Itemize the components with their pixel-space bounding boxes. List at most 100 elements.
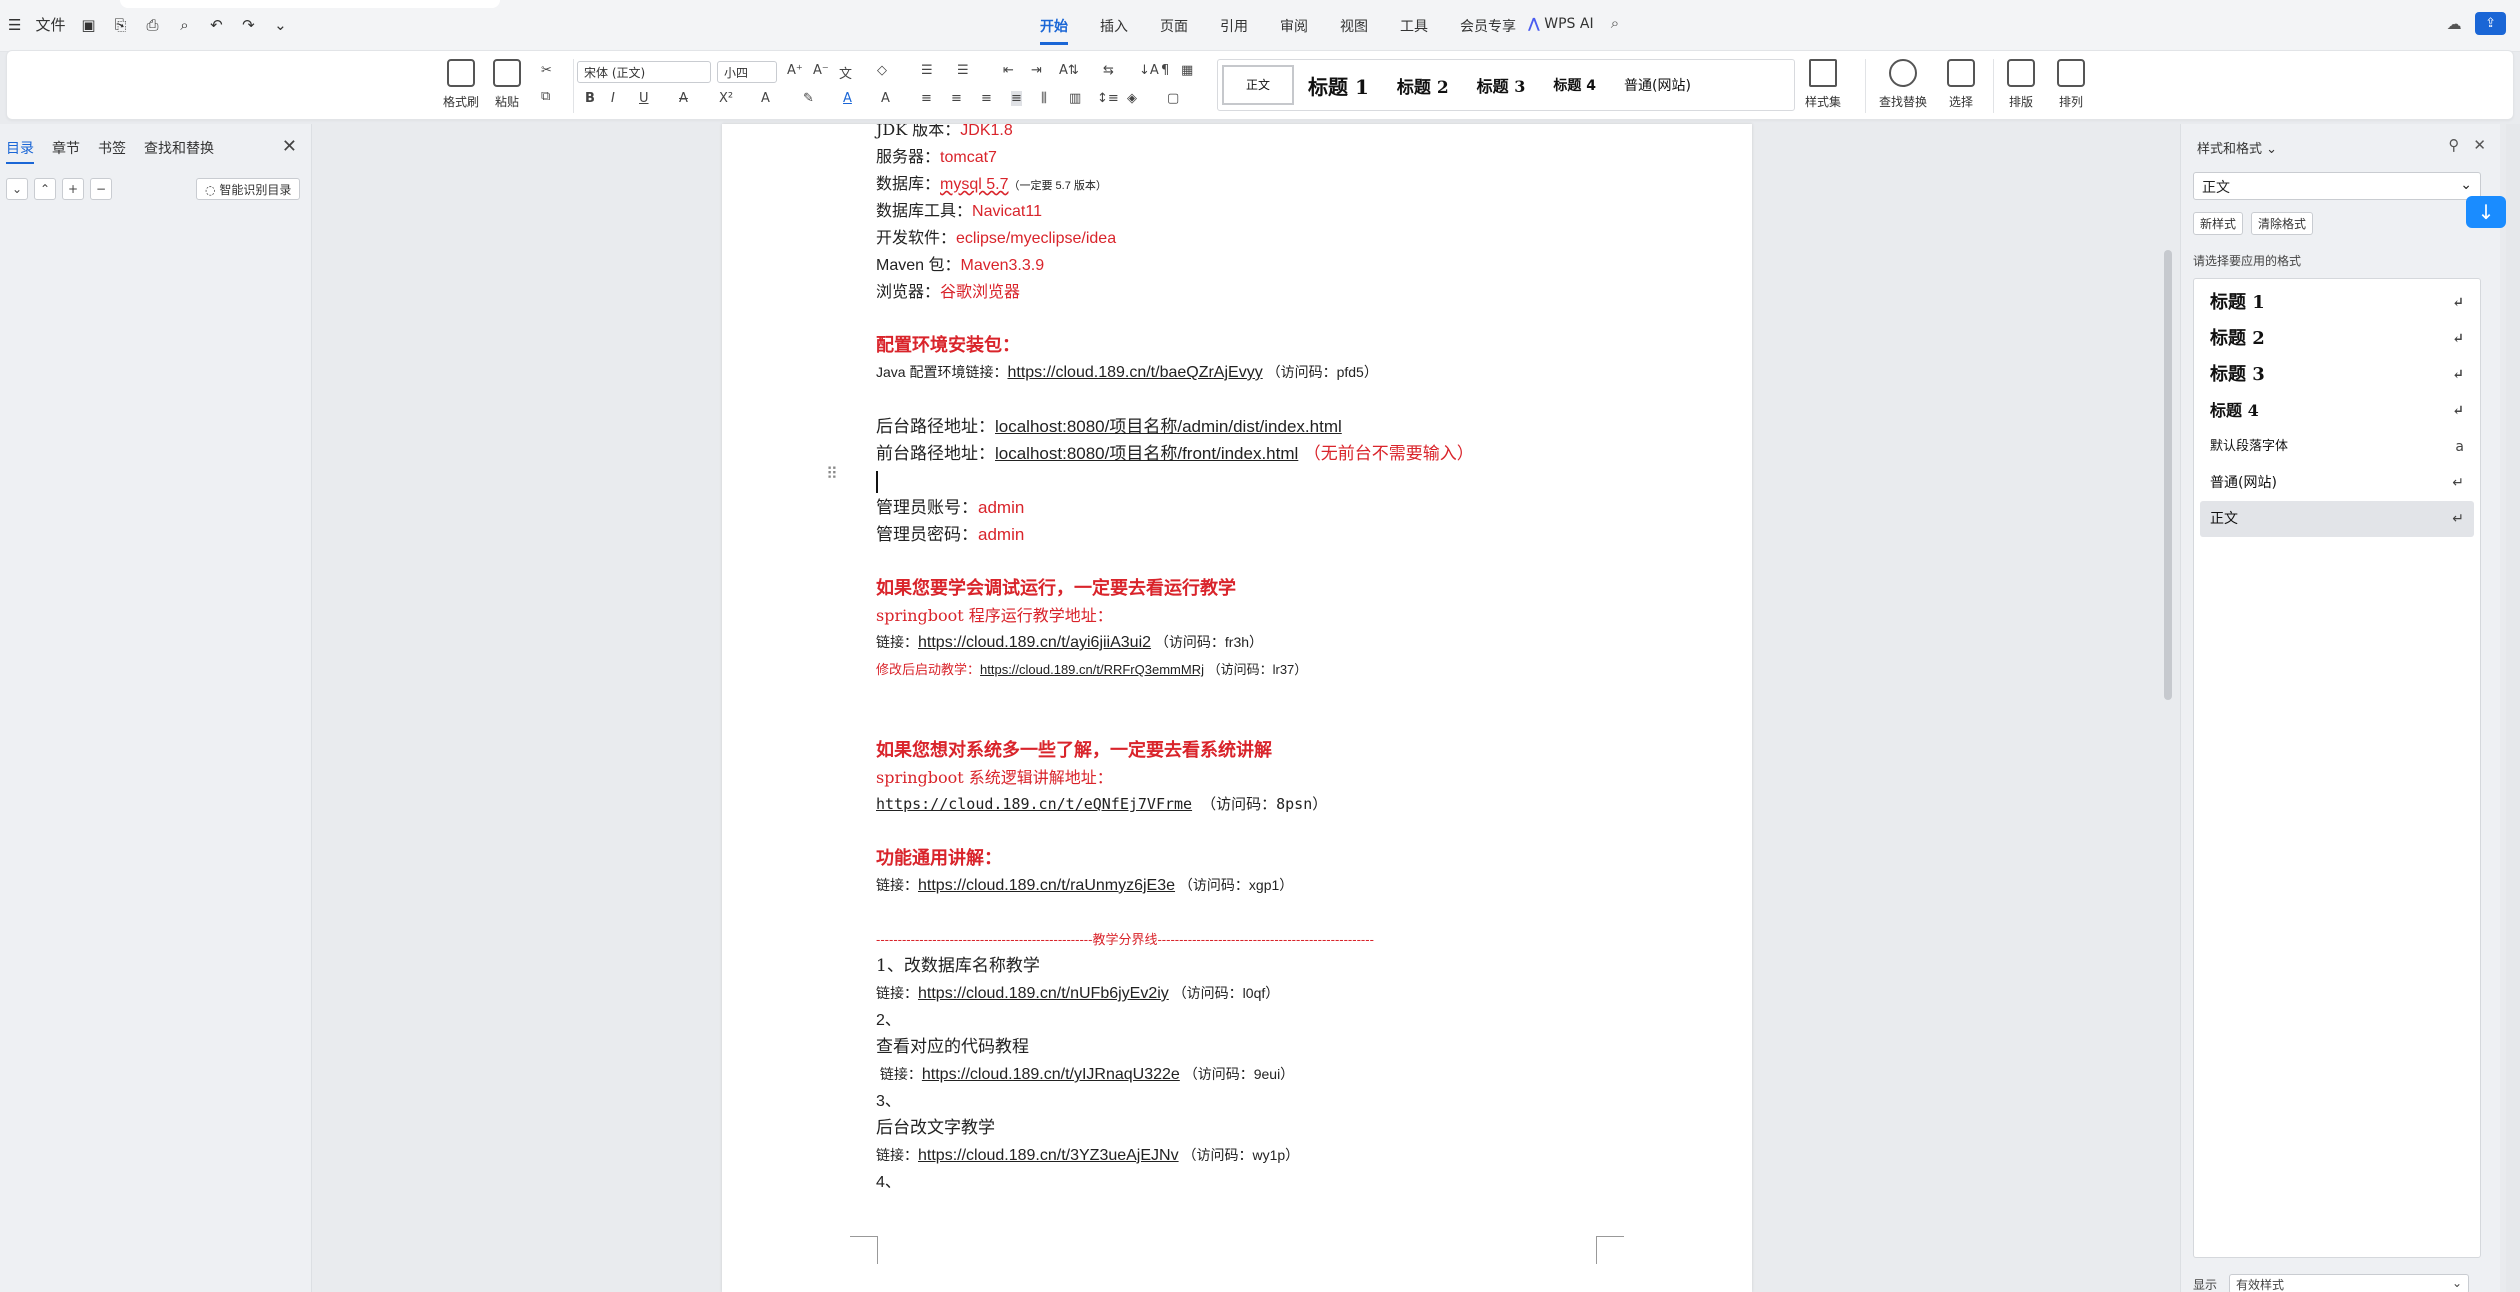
style-heading-2[interactable]: 标题 2: [1383, 73, 1463, 98]
tab-insert[interactable]: 插入: [1100, 16, 1128, 45]
highlight-icon[interactable]: ✎: [803, 91, 814, 106]
print-icon[interactable]: ⎙: [143, 16, 161, 34]
new-style-button[interactable]: 新样式: [2193, 212, 2244, 235]
menu-icon[interactable]: ☰: [8, 16, 21, 34]
bold-icon[interactable]: B: [585, 91, 595, 106]
frontend-value[interactable]: localhost:8080/项目名称/front/index.html: [995, 444, 1298, 463]
superscript-icon[interactable]: X²: [719, 91, 733, 106]
run-link[interactable]: https://cloud.189.cn/t/ayi6jiiA3ui2: [918, 634, 1151, 651]
select-button[interactable]: 选择: [1947, 59, 1975, 110]
share-button[interactable]: ⇪: [2475, 12, 2506, 35]
current-style-select[interactable]: 正文 ⌄: [2193, 172, 2481, 200]
justify-icon[interactable]: ≡: [1011, 91, 1022, 106]
drag-handle-icon[interactable]: ⠿: [826, 464, 838, 483]
modify-link[interactable]: https://cloud.189.cn/t/RRFrQ3emmMRj: [980, 662, 1204, 677]
sort-icon[interactable]: ↓A: [1139, 63, 1159, 78]
tab-bookmarks[interactable]: 书签: [98, 138, 126, 164]
java-env-link[interactable]: https://cloud.189.cn/t/baeQZrAjEvyy: [1007, 364, 1262, 381]
style-list-item[interactable]: 标题 1 ↵: [2200, 285, 2474, 321]
document-scrollbar[interactable]: [2164, 250, 2172, 700]
table-icon[interactable]: ▦: [1181, 63, 1193, 78]
redo-icon[interactable]: ↷: [239, 16, 257, 34]
chevron-up-icon[interactable]: ⌃: [34, 178, 56, 200]
text-direction-icon[interactable]: A⇅: [1059, 63, 1079, 78]
style-web-normal[interactable]: 普通(网站): [1610, 75, 1705, 95]
tab-toc[interactable]: 目录: [6, 138, 34, 164]
pin-icon[interactable]: ⚲: [2448, 136, 2459, 154]
smart-toc-button[interactable]: ◌ 智能识别目录: [196, 178, 301, 200]
tab-view[interactable]: 视图: [1340, 16, 1368, 45]
func-link[interactable]: https://cloud.189.cn/t/raUnmyz6jE3e: [918, 877, 1175, 894]
style-list-item[interactable]: 标题 2 ↵: [2200, 321, 2474, 357]
style-heading-4[interactable]: 标题 4: [1539, 75, 1610, 95]
arrange-button[interactable]: 排列: [2057, 59, 2085, 110]
show-marks-icon[interactable]: ¶: [1161, 63, 1169, 78]
line-spacing-icon[interactable]: ↕≡: [1097, 91, 1119, 106]
style-list-item[interactable]: 标题 4 ↵: [2200, 393, 2474, 429]
text-effect-icon[interactable]: A: [761, 91, 770, 106]
align-right-icon[interactable]: ≡: [981, 91, 992, 106]
tab-references[interactable]: 引用: [1220, 16, 1248, 45]
tab-member[interactable]: 会员专享: [1460, 16, 1516, 45]
tab-tools[interactable]: 工具: [1400, 16, 1428, 45]
tab-find-replace[interactable]: 查找和替换: [144, 138, 214, 164]
document-page[interactable]: ⠿ JDK 版本：JDK1.8 服务器：tomcat7 数据库：mysql 5.…: [722, 124, 1752, 1292]
sys-link[interactable]: https://cloud.189.cn/t/eQNfEj7VFrme: [876, 795, 1192, 813]
tab-review[interactable]: 审阅: [1280, 16, 1308, 45]
format-painter-button[interactable]: 格式刷: [443, 59, 479, 110]
columns-icon[interactable]: ▥: [1069, 91, 1081, 106]
style-heading-1[interactable]: 标题 1: [1294, 71, 1383, 100]
undo-icon[interactable]: ↶: [207, 16, 225, 34]
italic-icon[interactable]: I: [611, 91, 615, 106]
chevron-down-icon[interactable]: ⌄: [6, 178, 28, 200]
document-tab[interactable]: [120, 0, 500, 8]
clear-format-button[interactable]: 清除格式: [2251, 212, 2314, 235]
close-icon[interactable]: ✕: [282, 136, 297, 157]
backend-value[interactable]: localhost:8080/项目名称/admin/dist/index.htm…: [995, 417, 1342, 436]
align-center-icon[interactable]: ≡: [951, 91, 962, 106]
search-icon[interactable]: ⌕: [1606, 14, 1624, 32]
increase-indent-icon[interactable]: ⇥: [1031, 63, 1042, 78]
cut-icon[interactable]: ✂: [541, 63, 552, 78]
close-icon[interactable]: ✕: [2473, 136, 2486, 154]
save-icon[interactable]: ▣: [79, 16, 97, 34]
chinese-layout-icon[interactable]: ⇆: [1103, 63, 1114, 78]
font-color-icon[interactable]: A: [843, 91, 852, 106]
find-replace-button[interactable]: 查找替换: [1879, 59, 1927, 110]
print-preview-icon[interactable]: ⌕: [175, 16, 193, 34]
shading-icon[interactable]: ◈: [1127, 91, 1137, 106]
styles-pane-title[interactable]: 样式和格式 ⌄: [2197, 138, 2277, 157]
document-body[interactable]: JDK 版本：JDK1.8 服务器：tomcat7 数据库：mysql 5.7（…: [876, 124, 1636, 1196]
layout-button[interactable]: 排版: [2007, 59, 2035, 110]
phonetic-icon[interactable]: 文: [839, 63, 852, 82]
numbered-list-icon[interactable]: ☰: [957, 63, 969, 78]
shrink-font-icon[interactable]: A⁻: [813, 63, 829, 78]
paste-button[interactable]: 粘贴: [493, 59, 521, 110]
tab-chapters[interactable]: 章节: [52, 138, 80, 164]
style-list-item-selected[interactable]: 正文 ↵: [2200, 501, 2474, 537]
export-icon[interactable]: ⎘: [111, 16, 129, 34]
char-shading-icon[interactable]: A: [881, 91, 890, 106]
show-filter-select[interactable]: 有效样式 ⌄: [2229, 1274, 2470, 1292]
item3-link[interactable]: https://cloud.189.cn/t/3YZ3ueAjEJNv: [918, 1147, 1179, 1164]
copy-icon[interactable]: ⧉: [541, 89, 550, 104]
underline-icon[interactable]: U: [639, 91, 649, 106]
item2-link[interactable]: https://cloud.189.cn/t/yIJRnaqU322e: [922, 1066, 1180, 1083]
distributed-icon[interactable]: ⫼: [1041, 91, 1047, 106]
style-list-item[interactable]: 普通(网站) ↵: [2200, 465, 2474, 501]
chevron-down-icon[interactable]: ⌄: [271, 16, 289, 34]
tab-page[interactable]: 页面: [1160, 16, 1188, 45]
item1-link[interactable]: https://cloud.189.cn/t/nUFb6jyEv2iy: [918, 985, 1169, 1002]
style-normal[interactable]: 正文: [1222, 65, 1295, 105]
strikethrough-icon[interactable]: A: [679, 91, 688, 106]
file-menu[interactable]: 文件: [35, 14, 65, 35]
download-icon[interactable]: ↓: [2466, 196, 2506, 228]
grow-font-icon[interactable]: A⁺: [787, 63, 803, 78]
decrease-indent-icon[interactable]: ⇤: [1003, 63, 1014, 78]
clear-format-icon[interactable]: ◇: [877, 63, 887, 78]
align-left-icon[interactable]: ≡: [921, 91, 932, 106]
font-size-select[interactable]: 小四: [717, 61, 777, 83]
style-list-item[interactable]: 默认段落字体 a: [2200, 429, 2474, 465]
plus-icon[interactable]: +: [62, 178, 84, 200]
font-name-select[interactable]: 宋体 (正文): [577, 61, 711, 83]
